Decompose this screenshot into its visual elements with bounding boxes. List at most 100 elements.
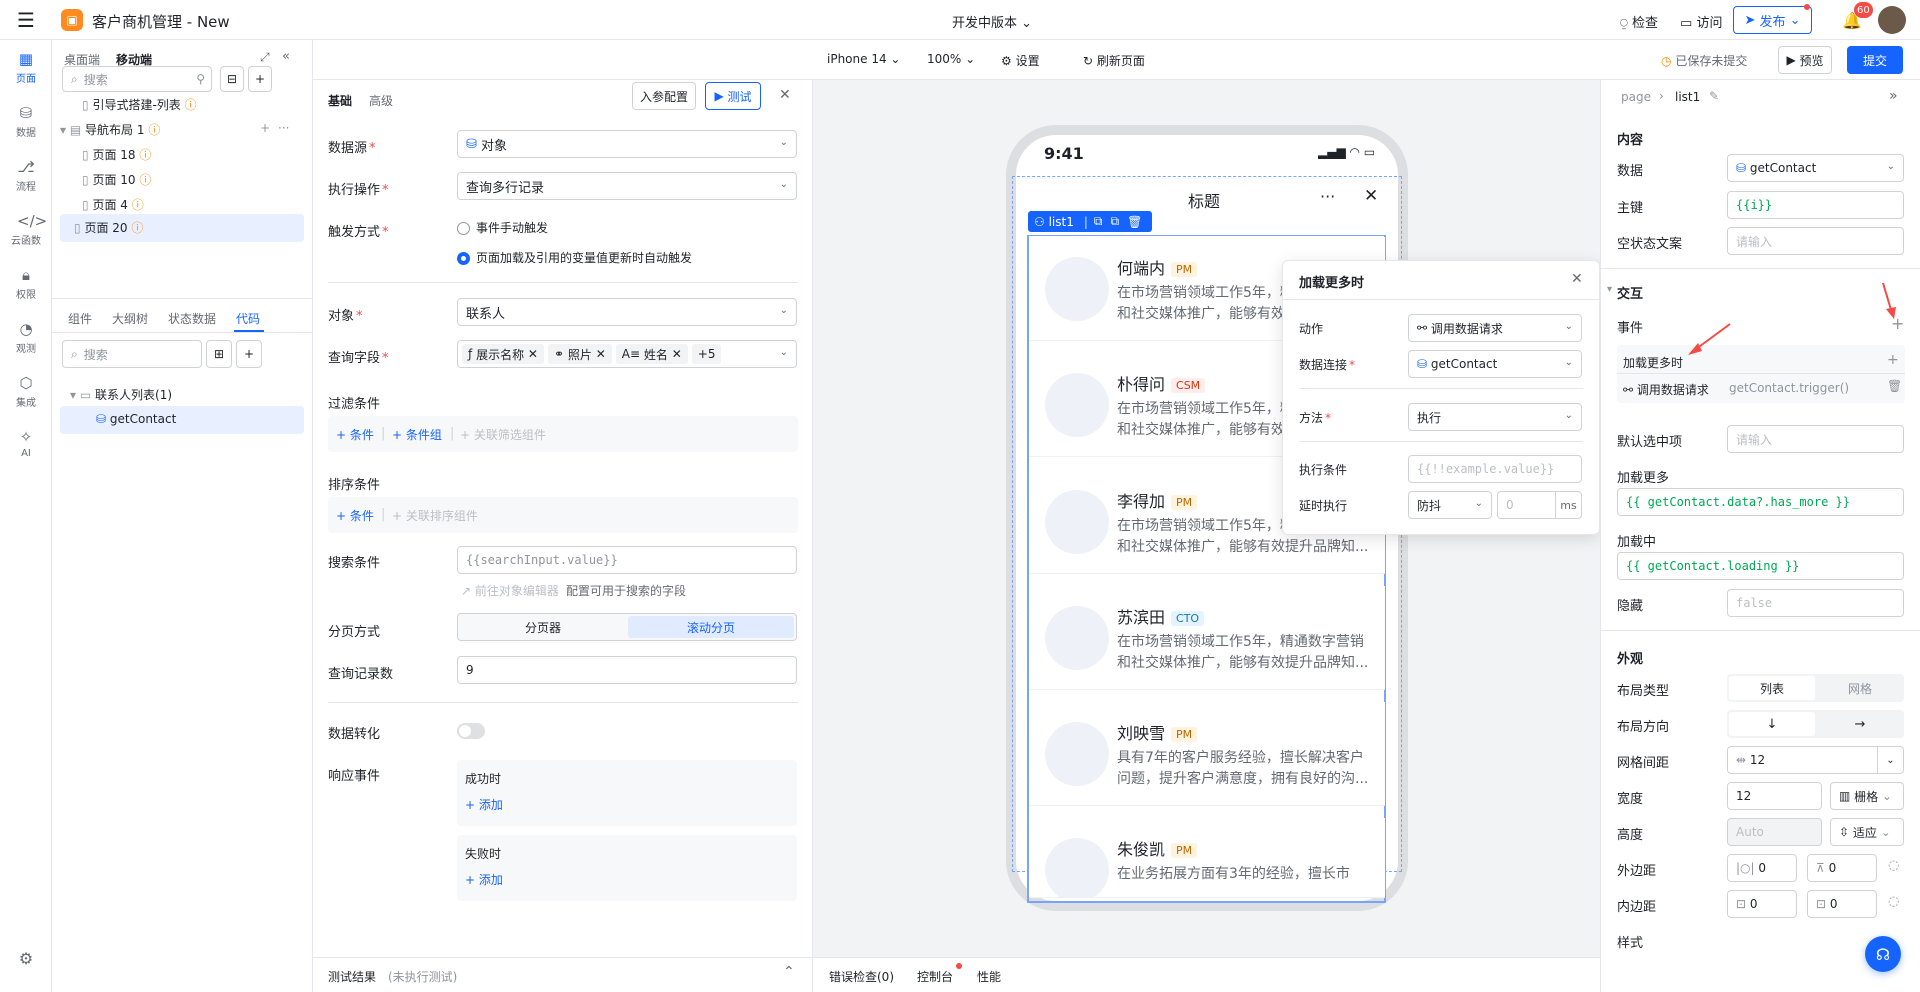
performance-tab[interactable]: 性能 — [977, 968, 1001, 985]
tree-item[interactable]: ▯ 页面 10 ⓘ — [82, 171, 151, 188]
add-page-button[interactable]: + — [248, 66, 272, 92]
tree-item[interactable]: ▯ 页面 4 ⓘ — [82, 196, 144, 213]
close-icon[interactable]: ✕ — [779, 87, 791, 103]
settings-gear-icon[interactable]: ⚙ — [16, 948, 36, 968]
list-item[interactable]: 刘映雪 PM 具有7年的客户服务经验，擅长解决客户问题，提升客户满意度，拥有良好的… — [1029, 702, 1385, 806]
link-filter-button[interactable]: + 关联筛选组件 — [460, 426, 546, 443]
code-group[interactable]: ▾ ▭ 联系人列表(1) — [70, 386, 172, 403]
layout-grid-option[interactable]: 网格 — [1817, 676, 1903, 700]
link-sort-button[interactable]: + 关联排序组件 — [392, 507, 478, 524]
remove-icon[interactable]: ✕ — [528, 347, 538, 361]
padding-vertical-input[interactable]: ⊡ 0 — [1727, 890, 1797, 918]
close-icon[interactable]: ✕ — [1571, 271, 1583, 287]
add-success-action[interactable]: + 添加 — [465, 796, 503, 813]
nav-item-ai[interactable]: ✧ AI — [0, 428, 52, 459]
tree-item-selected[interactable]: ▯ 页面 20 ⓘ — [60, 214, 304, 242]
code-item-getcontact[interactable]: ⛁ getContact — [60, 406, 304, 434]
test-button[interactable]: ▶ 测试 — [705, 82, 761, 110]
arrow-right-icon[interactable]: → — [1817, 712, 1903, 736]
load-more-input[interactable]: {{ getContact.data?.has_more }} — [1617, 488, 1904, 516]
zoom-selector[interactable]: 100% ⌄ — [927, 52, 975, 66]
arrow-down-icon[interactable]: ↓ — [1729, 712, 1815, 736]
delete-icon[interactable]: 🗑︎ — [1127, 215, 1142, 229]
hidden-input[interactable]: false — [1727, 589, 1904, 617]
list-item[interactable]: 朱俊凯 PM 在业务拓展方面有3年的经验，擅长市场... — [1029, 818, 1385, 898]
filter-icon[interactable]: ⚲ — [196, 72, 205, 86]
close-icon[interactable]: ✕ — [1364, 186, 1378, 206]
layout-list-option[interactable]: 列表 — [1729, 676, 1815, 700]
preview-button[interactable]: ▶ 预览 — [1778, 46, 1832, 74]
width-unit-select[interactable]: ▥ 栅格 ⌄ — [1830, 782, 1904, 810]
data-select[interactable]: ⛁ getContact ⌄ — [1727, 154, 1904, 182]
margin-link-icon[interactable]: ◌ — [1888, 858, 1899, 873]
publish-button[interactable]: ➤ 发布 ⌄ — [1733, 6, 1812, 34]
padding-horizontal-input[interactable]: ⊡ 0 — [1807, 890, 1877, 918]
nav-item-flow[interactable]: ⎇ 流程 — [0, 158, 52, 193]
count-input[interactable]: 9 — [457, 656, 797, 684]
tab-components[interactable]: 组件 — [68, 310, 92, 327]
nav-item-cloud-function[interactable]: </> 云函数 — [0, 212, 52, 247]
tree-item-nav-layout[interactable]: ▾ ▤ 导航布局 1 ⓘ + ··· — [60, 121, 305, 138]
duplicate-icon[interactable]: ⧉ — [1110, 214, 1119, 229]
width-input[interactable]: 12 — [1727, 782, 1822, 810]
chevron-down-icon[interactable]: ⌄ — [1877, 747, 1903, 773]
fields-select[interactable]: ƒ 展示名称 ✕ ⚭ 照片 ✕ A≡ 姓名 ✕ +5 ⌄ — [457, 340, 797, 368]
delete-icon[interactable]: 🗑︎ — [1887, 379, 1902, 393]
popup-action-select[interactable]: ⚯ 调用数据请求 ⌄ — [1408, 314, 1582, 342]
device-selector[interactable]: iPhone 14 ⌄ — [827, 52, 900, 66]
avatar[interactable] — [1878, 6, 1906, 34]
add-fail-action[interactable]: + 添加 — [465, 871, 503, 888]
goto-object-editor-link[interactable]: ↗ 前往对象编辑器 — [461, 582, 559, 599]
param-config-button[interactable]: 入参配置 — [632, 82, 696, 110]
tab-code[interactable]: 代码 — [236, 310, 260, 327]
chevron-up-icon[interactable]: ⌃ — [783, 964, 795, 980]
more-icon[interactable]: ··· — [278, 121, 289, 135]
breadcrumb-page[interactable]: page — [1621, 90, 1651, 104]
trigger-radio-auto[interactable]: 页面加载及引用的变量值更新时自动触发 — [457, 249, 692, 266]
tab-state-data[interactable]: 状态数据 — [168, 310, 216, 327]
caret-down-icon[interactable]: ▾ — [1607, 284, 1612, 295]
add-condition-group-button[interactable]: + 条件组 — [392, 426, 442, 443]
paging-option-scroll[interactable]: 滚动分页 — [628, 616, 794, 638]
action-select[interactable]: 查询多行记录 ⌄ — [457, 172, 797, 200]
height-mode-select[interactable]: ⇳ 适应 ⌄ — [1830, 818, 1904, 846]
margin-vertical-input[interactable]: |○| 0 — [1727, 854, 1797, 882]
tree-item[interactable]: ▯ 引导式搭建-列表 ⓘ — [82, 96, 197, 113]
popup-delay-input[interactable]: 0 ms — [1497, 491, 1582, 519]
code-search-input[interactable]: ⌕ 搜索 — [62, 340, 202, 368]
nav-item-data[interactable]: ⛁ 数据 — [0, 104, 52, 139]
search-cond-input[interactable]: {{searchInput.value}} — [457, 546, 797, 574]
more-icon[interactable]: ··· — [1320, 187, 1335, 206]
template-icon[interactable]: ⊟ — [220, 66, 244, 92]
check-button[interactable]: ⍜ 检查 — [1620, 12, 1658, 31]
grid-gap-input[interactable]: ⇹ 12 ⌄ — [1727, 746, 1904, 774]
add-folder-icon[interactable]: ⊞ — [206, 340, 232, 368]
popup-conn-select[interactable]: ⛁ getContact ⌄ — [1408, 350, 1582, 378]
tree-search-input[interactable]: ⌕ 搜索 ⚲ — [62, 66, 212, 92]
collapse-left-icon[interactable]: « — [282, 49, 290, 64]
margin-horizontal-input[interactable]: ⊼ 0 — [1807, 854, 1877, 882]
error-check-tab[interactable]: 错误检查(0) — [829, 968, 894, 985]
tab-advanced[interactable]: 高级 — [369, 92, 393, 109]
add-condition-button[interactable]: + 条件 — [336, 426, 374, 443]
refresh-button[interactable]: ↻ 刷新页面 — [1083, 52, 1145, 69]
tab-basic[interactable]: 基础 — [328, 92, 352, 109]
remove-icon[interactable]: ✕ — [672, 347, 682, 361]
nav-item-page[interactable]: ▦ 页面 — [0, 44, 52, 92]
submit-button[interactable]: 提交 — [1847, 46, 1903, 74]
nav-item-observe[interactable]: ◔ 观测 — [0, 320, 52, 355]
copy-icon[interactable]: ⧉ — [1094, 214, 1103, 229]
console-tab[interactable]: 控制台 — [917, 968, 953, 985]
settings-button[interactable]: ⚙ 设置 — [1001, 52, 1040, 69]
add-code-button[interactable]: + — [236, 340, 262, 368]
collapse-right-icon[interactable]: » — [1889, 88, 1898, 104]
visit-button[interactable]: ▭ 访问 — [1680, 12, 1722, 31]
trigger-radio-manual[interactable]: 事件手动触发 — [457, 219, 548, 236]
default-selected-input[interactable]: 请输入 — [1727, 425, 1904, 453]
edit-icon[interactable]: ✎ — [1709, 89, 1719, 103]
datasource-select[interactable]: ⛁ 对象 ⌄ — [457, 130, 797, 158]
remove-icon[interactable]: ✕ — [596, 347, 606, 361]
object-select[interactable]: 联系人 ⌄ — [457, 298, 797, 326]
nav-item-permission[interactable]: 🔒︎ 权限 — [0, 266, 52, 301]
tab-outline[interactable]: 大纲树 — [112, 310, 148, 327]
